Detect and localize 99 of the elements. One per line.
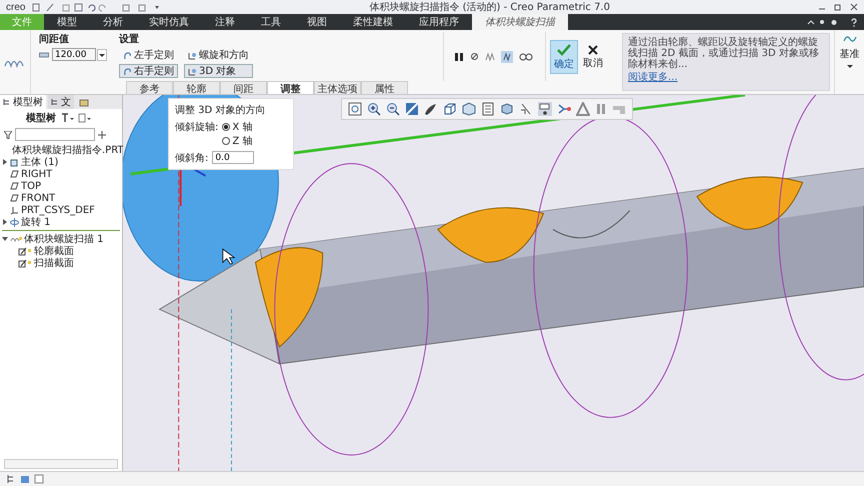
tree-icon[interactable]: [6, 474, 16, 484]
pitch-field[interactable]: 120.00: [52, 48, 96, 61]
axis-radio[interactable]: Z 轴: [222, 134, 252, 148]
refit-icon[interactable]: [348, 102, 362, 116]
collapse-arrow-icon[interactable]: [2, 236, 8, 242]
settings-label: 设置: [119, 32, 140, 46]
checkbox-icon[interactable]: [34, 474, 44, 484]
annotation-display-icon[interactable]: [538, 102, 552, 116]
sketch-icon: [18, 258, 32, 268]
help-text: 通过沿由轮廓、螺距以及旋转轴定义的螺旋线扫描 2D 截面，或通过扫描 3D 对象或移除材料来创...: [628, 37, 820, 70]
handedness-button[interactable]: 右手定则: [119, 64, 178, 78]
pointer-icon: [222, 248, 236, 265]
ribbon-tab[interactable]: 应用程序: [406, 14, 472, 30]
dropdown-arrow-icon: [846, 64, 852, 69]
tree-item[interactable]: 主体 (1): [21, 155, 58, 169]
ribbon-tab[interactable]: 工具: [248, 14, 294, 30]
layers-icon[interactable]: [481, 102, 495, 116]
sketch-icon: [18, 246, 32, 256]
zoom-in-icon[interactable]: [367, 102, 381, 116]
add-icon[interactable]: [98, 130, 106, 138]
display-style-icon[interactable]: [424, 102, 438, 116]
expand-arrow-icon[interactable]: [2, 219, 8, 225]
view-manager-icon[interactable]: [500, 102, 514, 116]
triangle-icon[interactable]: [576, 102, 590, 116]
ribbon-tab[interactable]: 柔性建模: [340, 14, 406, 30]
tree-item[interactable]: 体积块螺旋扫描 1: [24, 232, 104, 246]
app-logo: creo: [6, 2, 26, 12]
cancel-button[interactable]: 取消: [580, 42, 606, 72]
panel-tab[interactable]: 文: [48, 95, 74, 109]
helical-sweep-icon: [10, 235, 22, 243]
close-icon: [587, 44, 599, 56]
connector-icon[interactable]: [557, 102, 571, 116]
folder-icon[interactable]: [79, 98, 89, 106]
panel-tab[interactable]: 属性: [361, 81, 408, 94]
restore-icon[interactable]: [834, 3, 842, 11]
panel-tab[interactable]: 轮廓: [173, 81, 220, 94]
ribbon-tab[interactable]: 视图: [294, 14, 340, 30]
help-icon[interactable]: [850, 18, 858, 26]
ribbon-tab[interactable]: 分析: [90, 14, 136, 30]
curve-icon: [842, 34, 856, 44]
horizontal-scrollbar[interactable]: [4, 459, 118, 469]
ok-button[interactable]: 确定: [550, 40, 578, 74]
datum-button[interactable]: 基准: [834, 30, 864, 94]
attached-preview-icon[interactable]: [501, 50, 513, 62]
pitch-label: 间距值: [39, 32, 70, 46]
quick-access-toolbar-icon[interactable]: [31, 2, 162, 12]
tree-item[interactable]: FRONT: [21, 192, 56, 204]
tree-item[interactable]: PRT_CSYS_DEF: [21, 204, 95, 216]
window-icon[interactable]: [20, 474, 30, 484]
axis-object-icon: [188, 50, 197, 60]
datum-display-icon[interactable]: [519, 102, 533, 116]
checkmark-icon: [556, 42, 572, 56]
panel-tab[interactable]: 模型树: [0, 95, 46, 109]
tilt-angle-label: 倾斜角:: [175, 152, 208, 165]
glasses-icon[interactable]: [519, 52, 533, 61]
sweep-mode-button[interactable]: 3D 对象: [184, 64, 253, 78]
axis-object-icon: [188, 66, 197, 76]
sweep-mode-button[interactable]: 螺旋和方向: [184, 48, 253, 62]
filter-icon[interactable]: [4, 130, 12, 138]
adjust-panel-title: 调整 3D 对象的方向: [175, 104, 266, 117]
tree-item[interactable]: 轮廓截面: [34, 244, 74, 258]
panel-tab[interactable]: 间距: [220, 81, 267, 94]
panel-tab[interactable]: 主体选项: [314, 81, 361, 94]
revolve-icon: [10, 218, 19, 226]
read-more-link[interactable]: 阅读更多...: [628, 70, 824, 84]
tilt-angle-field[interactable]: 0.0: [212, 151, 254, 164]
tilt-axis-label: 倾斜旋轴:: [175, 120, 218, 134]
tree-icon: [51, 98, 59, 106]
tree-icon: [3, 98, 11, 106]
show-icon[interactable]: [78, 113, 92, 123]
saved-views-icon[interactable]: [462, 102, 476, 116]
handedness-button[interactable]: 左手定则: [119, 48, 178, 62]
repaint-icon[interactable]: [405, 102, 419, 116]
tree-item[interactable]: 旋转 1: [21, 215, 51, 229]
tree-item[interactable]: 扫描截面: [34, 256, 74, 270]
ribbon-tab[interactable]: 模型: [44, 14, 90, 30]
ribbon-tab[interactable]: 实时仿真: [136, 14, 202, 30]
pause-icon[interactable]: [454, 52, 464, 62]
ribbon-tab[interactable]: 注释: [202, 14, 248, 30]
axis-radio[interactable]: X 轴: [222, 120, 252, 134]
filter-field[interactable]: [15, 128, 95, 141]
zoom-out-icon[interactable]: [386, 102, 400, 116]
ribbon-tab[interactable]: 体积块螺旋扫描: [472, 14, 568, 30]
tree-item[interactable]: RIGHT: [21, 168, 52, 180]
panel-tab[interactable]: 调整: [267, 81, 314, 94]
body-icon: [10, 158, 19, 166]
tree-item[interactable]: TOP: [21, 180, 42, 192]
window-title: 体积块螺旋扫描指令 (活动的) - Creo Parametric 7.0: [369, 0, 610, 14]
preview-icon[interactable]: [485, 52, 495, 62]
tree-item[interactable]: 体积块螺旋扫描指令.PRT: [12, 143, 124, 157]
close-icon[interactable]: [850, 3, 858, 11]
expand-arrow-icon[interactable]: [2, 159, 8, 165]
coordinate-system-icon: [10, 206, 19, 214]
cube-icon[interactable]: [443, 102, 457, 116]
tree-settings-icon[interactable]: [60, 113, 74, 123]
model-tree-label: 模型树: [26, 112, 56, 125]
ruler-icon: [39, 50, 49, 58]
no-preview-icon[interactable]: [470, 52, 479, 61]
panel-tab[interactable]: 参考: [126, 81, 173, 94]
